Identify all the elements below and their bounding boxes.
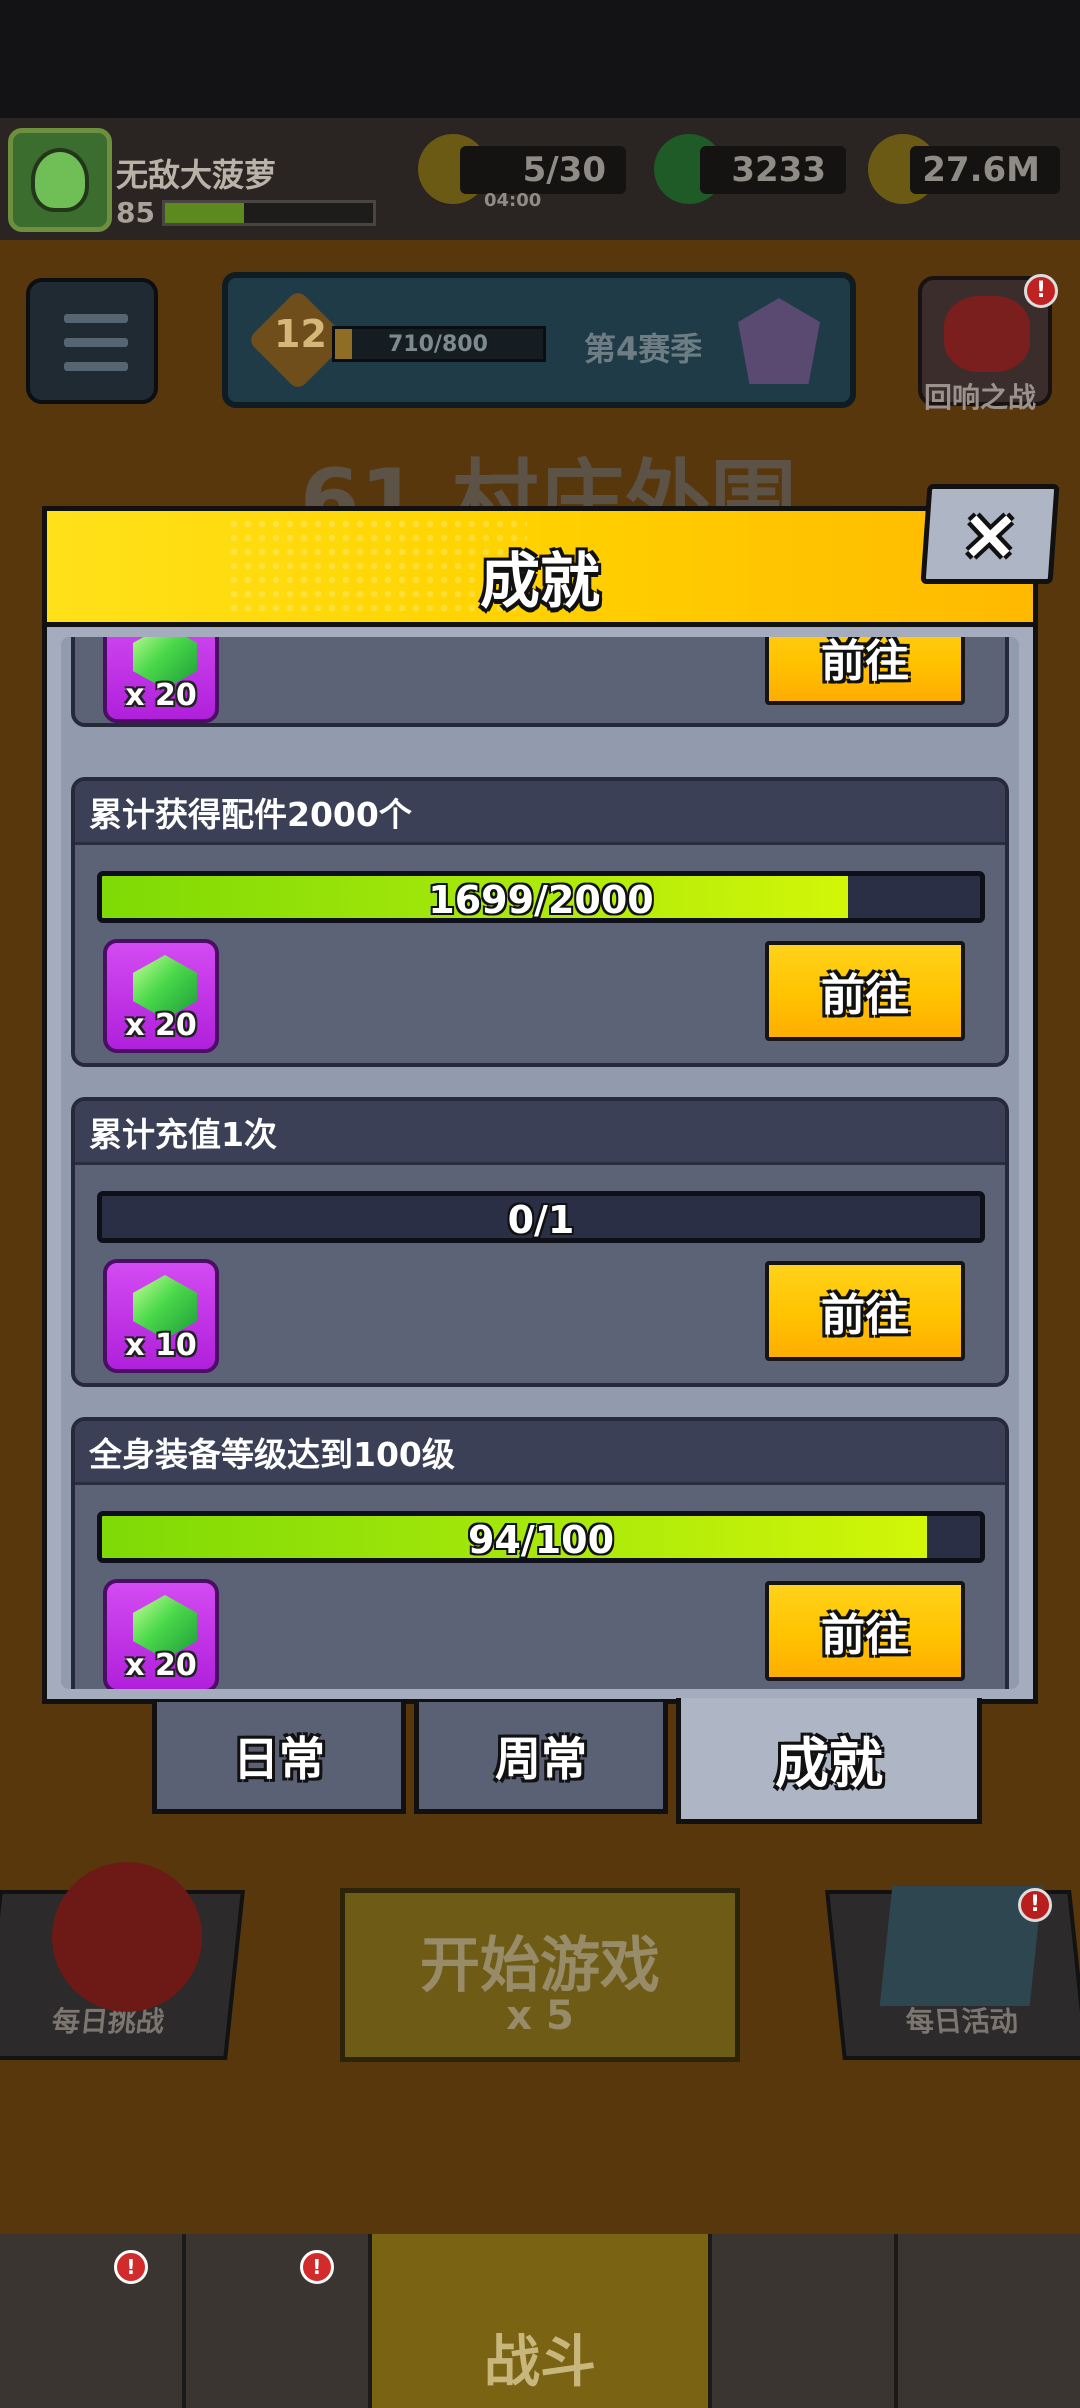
nav-talents[interactable]: [712, 2234, 899, 2408]
player-avatar[interactable]: [8, 128, 112, 232]
reward-quantity: x 20: [125, 678, 197, 713]
reward-quantity: x 20: [125, 1648, 197, 1683]
progress-text: 0/1: [507, 1198, 575, 1242]
go-button-label: 前往: [821, 1610, 909, 1661]
close-button[interactable]: ×: [920, 484, 1060, 584]
season-emblem-icon: [738, 298, 820, 384]
achievement-title-bar: 累计获得配件2000个: [75, 781, 1005, 845]
achievement-card: 全身装备等级达到100级 94/100 x 20 前往: [71, 1417, 1009, 1689]
achievement-card: 累计获得配件2000个 1699/2000 x 20 前往: [71, 777, 1009, 1067]
reward-quantity: x 20: [125, 1008, 197, 1043]
go-button[interactable]: 前往: [765, 1581, 965, 1681]
modal-title: 成就: [480, 547, 600, 617]
close-icon: ×: [957, 493, 1023, 575]
achievement-title: 累计充值1次: [89, 1114, 277, 1154]
player-level: 85: [116, 196, 155, 229]
notification-badge: !: [1018, 1888, 1052, 1922]
energy-counter: 5/30: [460, 146, 626, 194]
notification-badge: !: [1024, 274, 1058, 308]
nav-weapons[interactable]: !: [186, 2234, 372, 2408]
reward-gem[interactable]: x 20: [103, 637, 219, 723]
go-button-label: 前往: [821, 637, 909, 687]
gold-counter: 27.6M: [910, 146, 1060, 194]
start-game-cost: x 5: [506, 1993, 574, 2039]
nav-shop[interactable]: !: [0, 2234, 186, 2408]
season-progress-text: 710/800: [388, 332, 488, 357]
demon-icon: [944, 296, 1030, 372]
progress-text: 1699/2000: [428, 878, 654, 922]
tab-daily-label: 日常: [233, 1731, 325, 1786]
go-button[interactable]: 前往: [765, 1261, 965, 1361]
tab-daily[interactable]: 日常: [152, 1702, 406, 1814]
tab-achievement[interactable]: 成就: [676, 1698, 982, 1824]
boxing-glove-icon: [52, 1862, 202, 2012]
season-panel[interactable]: 12 710/800 第4赛季: [222, 272, 856, 408]
reward-quantity: x 10: [125, 1328, 197, 1363]
go-button[interactable]: 前往: [765, 637, 965, 705]
reward-gem[interactable]: x 20: [103, 939, 219, 1053]
season-rank: 12: [274, 312, 327, 356]
reward-gem[interactable]: x 20: [103, 1579, 219, 1689]
achievement-list[interactable]: x 20 前往 累计获得配件2000个 1699/2000 x 20 前往 累计…: [61, 637, 1019, 1689]
achievement-progress-bar: 0/1: [97, 1191, 985, 1243]
bottom-navigation: ! ! 战斗: [0, 2234, 1080, 2408]
echo-battle-label: 回响之战: [924, 381, 1037, 414]
energy-timer: 04:00: [484, 190, 542, 211]
nav-dna[interactable]: [898, 2234, 1080, 2408]
zombie-face-icon: [31, 148, 89, 212]
achievement-title: 全身装备等级达到100级: [89, 1434, 455, 1474]
achievement-modal: 成就 x 20 前往 累计获得配件2000个 1699/2000 x 20 前往…: [42, 506, 1038, 1704]
achievement-progress-bar: 1699/2000: [97, 871, 985, 923]
nav-fight[interactable]: 战斗: [371, 2234, 713, 2408]
achievement-card: x 20 前往: [71, 637, 1009, 727]
player-xp-bar: [162, 200, 376, 226]
progress-text: 94/100: [467, 1518, 615, 1562]
notification-badge: !: [113, 2250, 148, 2284]
achievement-title-bar: 全身装备等级达到100级: [75, 1421, 1005, 1485]
modal-header: 成就: [47, 511, 1033, 627]
start-game-label: 开始游戏: [420, 1931, 660, 2001]
achievement-title-bar: 累计充值1次: [75, 1101, 1005, 1165]
season-name: 第4赛季: [584, 330, 703, 368]
daily-activity-label: 每日活动: [904, 2005, 1020, 2038]
tab-weekly[interactable]: 周常: [414, 1702, 668, 1814]
nav-fight-label: 战斗: [483, 2330, 596, 2395]
start-game-button[interactable]: 开始游戏 x 5: [340, 1888, 740, 2062]
achievement-title: 累计获得配件2000个: [89, 794, 412, 834]
achievement-card: 累计充值1次 0/1 x 10 前往: [71, 1097, 1009, 1387]
gem-counter: 3233: [700, 146, 846, 194]
go-button-label: 前往: [821, 970, 909, 1021]
tab-weekly-label: 周常: [495, 1731, 587, 1786]
reward-gem[interactable]: x 10: [103, 1259, 219, 1373]
menu-button[interactable]: [26, 278, 158, 404]
achievement-progress-bar: 94/100: [97, 1511, 985, 1563]
go-button[interactable]: 前往: [765, 941, 965, 1041]
player-name: 无敌大菠萝: [116, 156, 277, 194]
go-button-label: 前往: [821, 1290, 909, 1341]
notification-badge: !: [299, 2250, 334, 2284]
tab-achievement-label: 成就: [775, 1732, 883, 1795]
